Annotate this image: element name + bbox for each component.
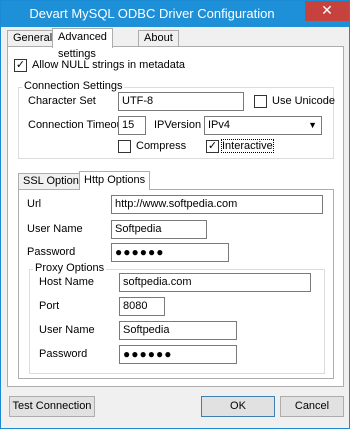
user-name-field[interactable]: Softpedia [111, 220, 207, 239]
title-bar[interactable]: Devart MySQL ODBC Driver Configuration ✕ [1, 1, 349, 27]
tab-about[interactable]: About [138, 30, 179, 47]
http-options-panel: Url http://www.softpedia.com User Name S… [18, 189, 334, 379]
interactive-checkbox[interactable]: ✓ [206, 140, 219, 153]
use-unicode-checkbox[interactable] [254, 95, 267, 108]
proxy-host-label: Host Name [39, 276, 95, 288]
compress-label: Compress [136, 140, 187, 152]
allow-null-label: Allow NULL strings in metadata [32, 59, 186, 71]
proxy-user-name-label: User Name [39, 324, 95, 336]
timeout-field[interactable]: 15 [118, 116, 146, 135]
compress-checkbox[interactable] [118, 140, 131, 153]
password-field[interactable]: ●●●●●● [111, 243, 229, 262]
charset-field[interactable]: UTF-8 [118, 92, 244, 111]
user-name-label: User Name [27, 223, 83, 235]
window-title: Devart MySQL ODBC Driver Configuration [29, 6, 275, 21]
proxy-port-field[interactable]: 8080 [119, 297, 165, 316]
ipversion-value: IPv4 [208, 119, 231, 131]
ok-button[interactable]: OK [201, 396, 275, 417]
timeout-label: Connection Timeout [28, 119, 126, 131]
proxy-options-title: Proxy Options [33, 262, 107, 274]
allow-null-checkbox[interactable]: ✓ [14, 59, 27, 72]
proxy-password-label: Password [39, 348, 88, 360]
proxy-password-field[interactable]: ●●●●●● [119, 345, 237, 364]
tab-general[interactable]: General [7, 30, 59, 47]
ipversion-select[interactable]: IPv4 ▼ [204, 116, 322, 135]
password-label: Password [27, 246, 76, 258]
dialog-window: Devart MySQL ODBC Driver Configuration ✕… [0, 0, 350, 429]
url-label: Url [27, 198, 42, 210]
chevron-down-icon: ▼ [308, 120, 317, 130]
use-unicode-label: Use Unicode [272, 95, 335, 107]
ipversion-label: IPVersion [154, 119, 202, 131]
advanced-settings-panel: ✓ Allow NULL strings in metadata Connect… [7, 46, 344, 387]
proxy-port-label: Port [39, 300, 60, 312]
close-icon[interactable]: ✕ [305, 1, 349, 21]
connection-settings-title: Connection Settings [22, 80, 125, 92]
tab-http-options[interactable]: Http Options [79, 171, 151, 190]
url-field[interactable]: http://www.softpedia.com [111, 195, 323, 214]
charset-label: Character Set [28, 95, 96, 107]
test-connection-button[interactable]: Test Connection [9, 396, 95, 417]
tab-advanced-settings[interactable]: Advanced settings [52, 28, 113, 60]
proxy-host-field[interactable]: softpedia.com [119, 273, 311, 292]
interactive-label: Interactive [221, 139, 274, 153]
proxy-user-name-field[interactable]: Softpedia [119, 321, 237, 340]
cancel-button[interactable]: Cancel [280, 396, 344, 417]
